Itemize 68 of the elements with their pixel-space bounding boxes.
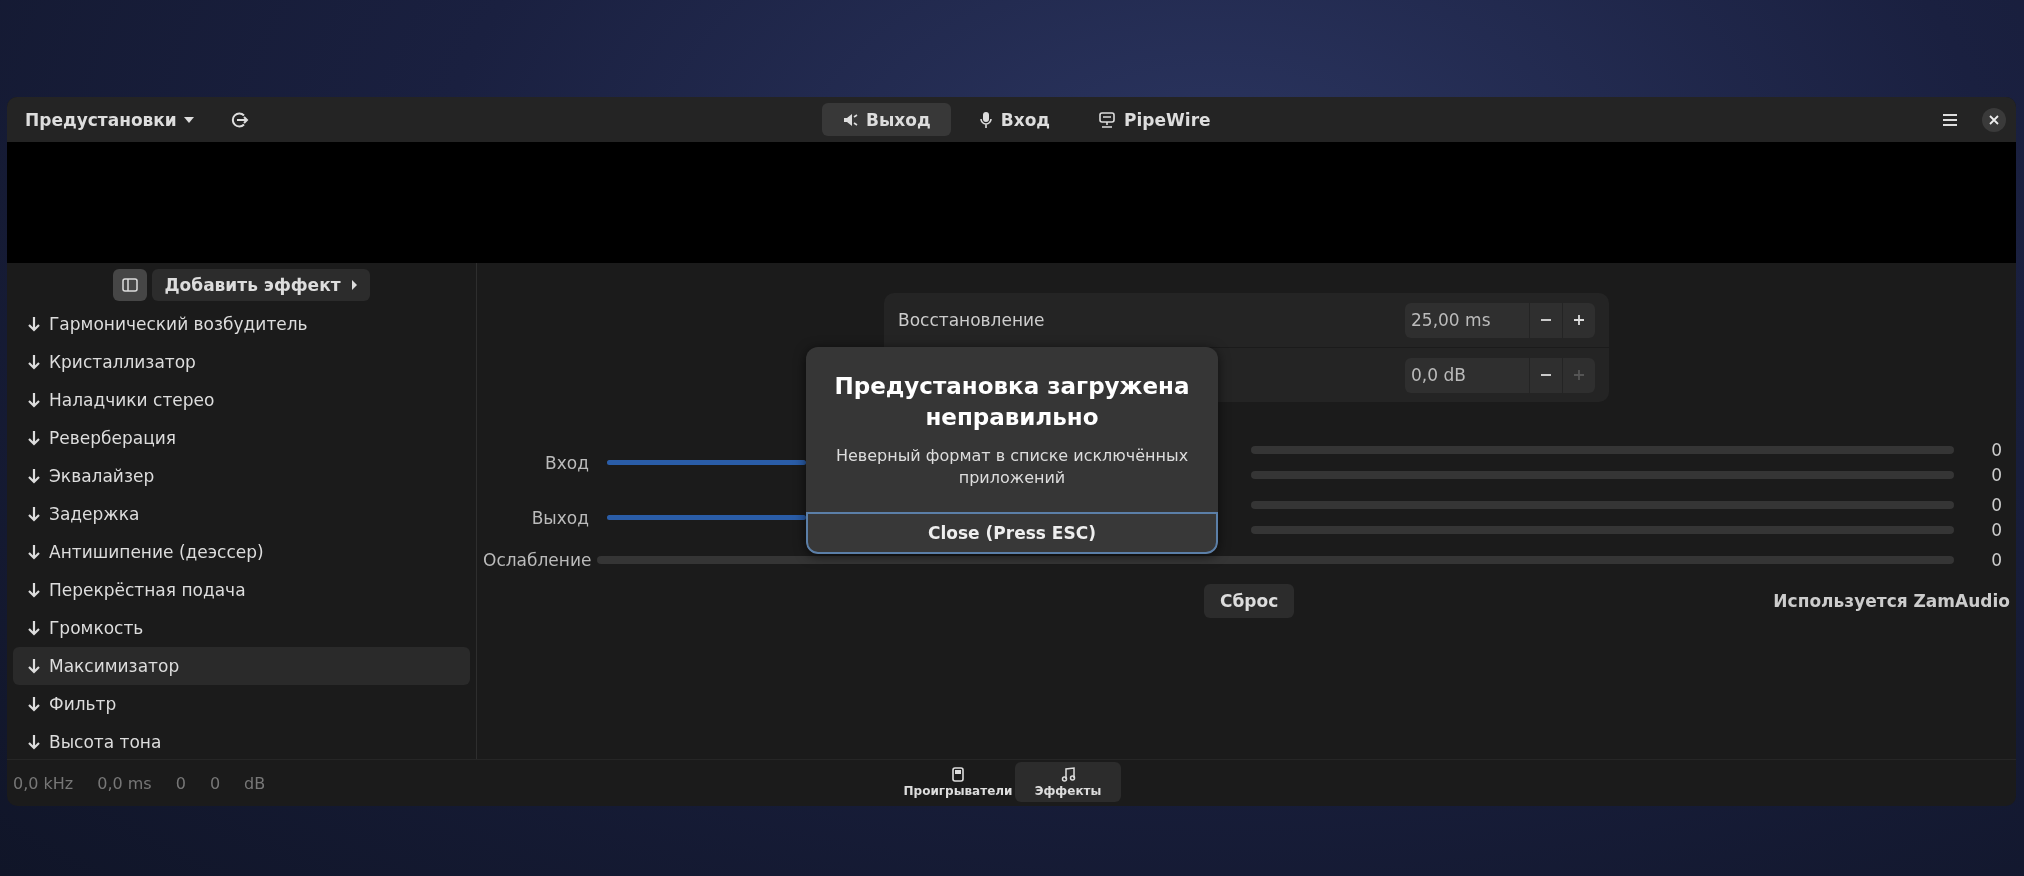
arrow-down-icon: [28, 392, 40, 408]
export-icon[interactable]: [230, 110, 249, 129]
meter-reading: 0: [1990, 465, 2003, 485]
status-value: 0: [209, 773, 221, 793]
gain-slider[interactable]: [607, 460, 806, 465]
status-value: 0,0 ms: [97, 773, 152, 793]
bottom-nav-tab[interactable]: Проигрыватели: [905, 762, 1011, 802]
view-tab[interactable]: Вход: [958, 103, 1071, 136]
view-tab[interactable]: Выход: [822, 103, 951, 136]
presets-menu-button[interactable]: Предустановки: [19, 103, 201, 136]
caret-icon: [182, 115, 195, 124]
arrow-down-icon: [28, 316, 40, 332]
dialog-close-button[interactable]: Close (Press ESC): [806, 511, 1218, 554]
gain-slider[interactable]: [607, 515, 806, 520]
status-value: 0: [175, 773, 186, 793]
speaker-icon: [842, 111, 858, 128]
add-effect-button[interactable]: Добавить эффект: [152, 269, 370, 301]
effect-list-item[interactable]: Эквалайзер: [13, 457, 470, 495]
music-note-icon: [1060, 766, 1076, 782]
caret-icon: [350, 279, 358, 291]
sidebar-icon: [122, 278, 139, 292]
arrow-down-icon: [28, 430, 40, 446]
effect-list-item[interactable]: Кристаллизатор: [13, 343, 470, 381]
arrow-down-icon: [28, 734, 40, 750]
microphone-icon: [978, 110, 993, 129]
arrow-down-icon: [28, 354, 40, 370]
arrow-down-icon: [28, 582, 40, 598]
monitor-icon: [1098, 110, 1117, 129]
effect-list-item[interactable]: Максимизатор: [13, 647, 470, 685]
effect-list-item[interactable]: Гармонический возбудитель: [13, 305, 470, 343]
effect-list-item[interactable]: Высота тона: [13, 723, 470, 761]
arrow-down-icon: [28, 468, 40, 484]
arrow-down-icon: [28, 544, 40, 560]
effect-list-item[interactable]: Реверберация: [13, 419, 470, 457]
setting-label: Восстановление: [898, 310, 1045, 330]
sidebar-toggle-button[interactable]: [113, 269, 148, 301]
meter-label: Вход: [544, 452, 590, 473]
view-tab[interactable]: PipeWire: [1078, 103, 1231, 136]
bottom-nav-tab[interactable]: Эффекты: [1015, 762, 1121, 802]
effect-list-item[interactable]: Задержка: [13, 495, 470, 533]
effect-list-item[interactable]: Фильтр: [13, 685, 470, 723]
plus-icon: [1573, 314, 1585, 326]
meter-reading: 0: [1990, 495, 2003, 515]
meter-reading: 0: [1990, 550, 2003, 570]
status-value: 0,0 kHz: [13, 773, 74, 793]
effect-list-item[interactable]: Наладчики стерео: [13, 381, 470, 419]
arrow-down-icon: [28, 696, 40, 712]
close-button[interactable]: [1982, 107, 2006, 132]
effect-list-item[interactable]: Перекрёстная подача: [13, 571, 470, 609]
arrow-down-icon: [28, 620, 40, 636]
menu-icon[interactable]: [1942, 112, 1958, 127]
reset-button[interactable]: Сброс: [1204, 584, 1295, 618]
dialog-message: Неверный формат в списке исключённых приложений: [834, 445, 1190, 490]
meter-reading: 0: [1990, 520, 2003, 540]
media-player-icon: [952, 766, 964, 782]
meter-reading: 0: [1990, 440, 2003, 460]
close-icon: [1989, 114, 1999, 125]
arrow-down-icon: [28, 506, 40, 522]
arrow-down-icon: [28, 658, 40, 674]
plugin-credit: Используется ZamAudio: [1773, 591, 2010, 611]
dialog-title: Предустановка загружена неправильно: [833, 372, 1191, 433]
effect-list-item[interactable]: Антишипение (деэссер): [13, 533, 470, 571]
spin-field[interactable]: 25,00 ms: [1405, 302, 1595, 338]
effect-list-item[interactable]: Громкость: [13, 609, 470, 647]
meter-label: Ослабление: [483, 550, 589, 570]
status-value: dB: [244, 773, 266, 793]
meter-label: Выход: [530, 507, 590, 528]
plus-icon: [1573, 369, 1585, 381]
